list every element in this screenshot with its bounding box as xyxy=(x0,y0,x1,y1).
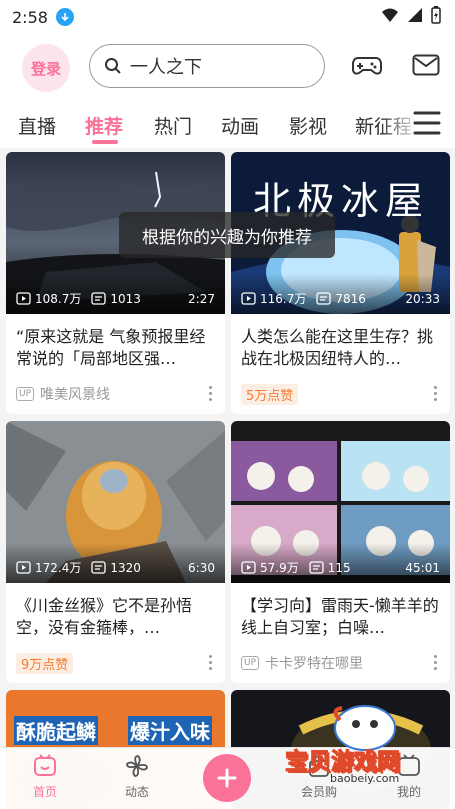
video-meta: UP 卡卡罗特在哪里 xyxy=(231,645,450,681)
play-count: 172.4万 xyxy=(35,561,82,575)
likes-badge: 5万点赞 xyxy=(241,383,299,405)
video-duration: 6:30 xyxy=(188,560,215,575)
video-title: “原来这就是 气象预报里经常说的「局部地区强… xyxy=(16,327,206,368)
video-thumbnail: 172.4万 1320 6:30 xyxy=(6,421,225,583)
signal-icon xyxy=(408,8,422,22)
tab-live[interactable]: 直播 xyxy=(18,112,56,139)
nav-dynamic-label: 动态 xyxy=(124,785,149,799)
recommend-toast: 根据你的兴趣为你推荐 xyxy=(119,212,335,258)
watermark-url: baobeiy.com xyxy=(330,772,400,785)
video-duration: 2:27 xyxy=(188,291,215,306)
nav-home[interactable]: 首页 xyxy=(15,754,75,800)
search-icon xyxy=(105,58,121,74)
tab-active-indicator xyxy=(92,140,118,144)
tab-hot[interactable]: 热门 xyxy=(154,112,192,139)
video-card[interactable]: 172.4万 1320 6:30 《川金丝猴》它不是孙悟空，没有金箍棒，… 9万… xyxy=(6,421,225,683)
video-duration: 20:33 xyxy=(405,291,440,306)
play-count-icon xyxy=(16,292,31,305)
video-stats: 116.7万 7816 20:33 xyxy=(241,290,440,307)
danmaku-count: 7816 xyxy=(335,291,366,306)
status-time: 2:58 xyxy=(12,7,48,27)
video-stats: 108.7万 1013 2:27 xyxy=(16,290,215,307)
danmaku-count: 1320 xyxy=(110,560,141,575)
play-count: 108.7万 xyxy=(35,292,82,306)
more-options-icon[interactable] xyxy=(209,655,213,673)
publish-button[interactable] xyxy=(203,754,251,802)
wifi-icon xyxy=(382,8,398,22)
video-title: 人类怎么能在这里生存？挑战在北极因纽特人的… xyxy=(241,327,434,368)
more-options-icon[interactable] xyxy=(434,386,438,404)
more-options-icon[interactable] xyxy=(209,386,213,404)
video-meta: 9万点赞 xyxy=(6,645,225,681)
up-badge: UP xyxy=(16,387,35,401)
download-icon xyxy=(55,8,74,26)
nav-dynamic[interactable]: 动态 xyxy=(107,754,167,800)
tab-anime[interactable]: 动画 xyxy=(221,112,259,139)
video-duration: 45:01 xyxy=(405,560,440,575)
nav-home-label: 首页 xyxy=(32,785,57,799)
up-badge: UP xyxy=(241,656,260,670)
video-card[interactable]: 北极冰屋 116.7万 7816 20:33 人类怎么能在这里生存？挑战在北极因… xyxy=(231,152,450,414)
uploader-name: 卡卡罗特在哪里 xyxy=(265,656,364,672)
search-box[interactable]: 一人之下 xyxy=(89,44,325,88)
play-count: 116.7万 xyxy=(260,292,307,306)
top-header: 登录 一人之下 xyxy=(0,34,455,98)
danmaku-count: 1013 xyxy=(110,291,141,306)
play-count-icon xyxy=(241,292,256,305)
video-title: 《川金丝猴》它不是孙悟空，没有金箍棒，… xyxy=(16,596,193,637)
battery-icon xyxy=(431,6,441,24)
status-bar: 2:58 xyxy=(0,0,455,34)
video-meta: 5万点赞 xyxy=(231,376,450,412)
danmaku-icon xyxy=(91,292,107,305)
danmaku-count: 115 xyxy=(327,560,351,575)
mail-icon[interactable] xyxy=(412,54,440,76)
play-count-icon xyxy=(16,561,31,574)
video-stats: 57.9万 115 45:01 xyxy=(241,559,440,576)
thumb-overlay-text-2: 爆汁入味 xyxy=(128,716,212,745)
play-count-icon xyxy=(241,561,256,574)
video-thumbnail: 57.9万 115 45:01 xyxy=(231,421,450,583)
tab-recommend[interactable]: 推荐 xyxy=(85,112,123,139)
video-card[interactable]: 57.9万 115 45:01 【学习向】雷雨天-懒羊羊的线上自习室；白噪… U… xyxy=(231,421,450,683)
search-text: 一人之下 xyxy=(130,57,202,78)
video-card[interactable]: 108.7万 1013 2:27 “原来这就是 气象预报里经常说的「局部地区强…… xyxy=(6,152,225,414)
home-icon xyxy=(34,754,56,776)
danmaku-icon xyxy=(309,561,324,574)
more-options-icon[interactable] xyxy=(434,655,438,673)
danmaku-icon xyxy=(316,292,332,305)
plus-icon xyxy=(217,768,237,788)
game-controller-icon[interactable] xyxy=(352,54,382,78)
tab-film[interactable]: 影视 xyxy=(289,112,327,139)
watermark-text: 宝贝游戏网 xyxy=(285,749,401,776)
video-title: 【学习向】雷雨天-懒羊羊的线上自习室；白噪… xyxy=(241,596,439,637)
video-meta: UP 唯美风景线 xyxy=(6,376,225,412)
category-tabs: 直播 推荐 热门 动画 影视 新征程 xyxy=(0,98,455,148)
play-count: 57.9万 xyxy=(260,561,299,575)
login-button[interactable]: 登录 xyxy=(22,44,70,92)
danmaku-icon xyxy=(91,561,107,574)
video-stats: 172.4万 1320 6:30 xyxy=(16,559,215,576)
pinwheel-icon xyxy=(126,755,148,777)
uploader-name: 唯美风景线 xyxy=(40,387,111,403)
thumb-overlay-text: 酥脆起鳞 xyxy=(14,716,98,745)
likes-badge: 9万点赞 xyxy=(16,652,74,674)
menu-icon[interactable] xyxy=(413,110,441,136)
